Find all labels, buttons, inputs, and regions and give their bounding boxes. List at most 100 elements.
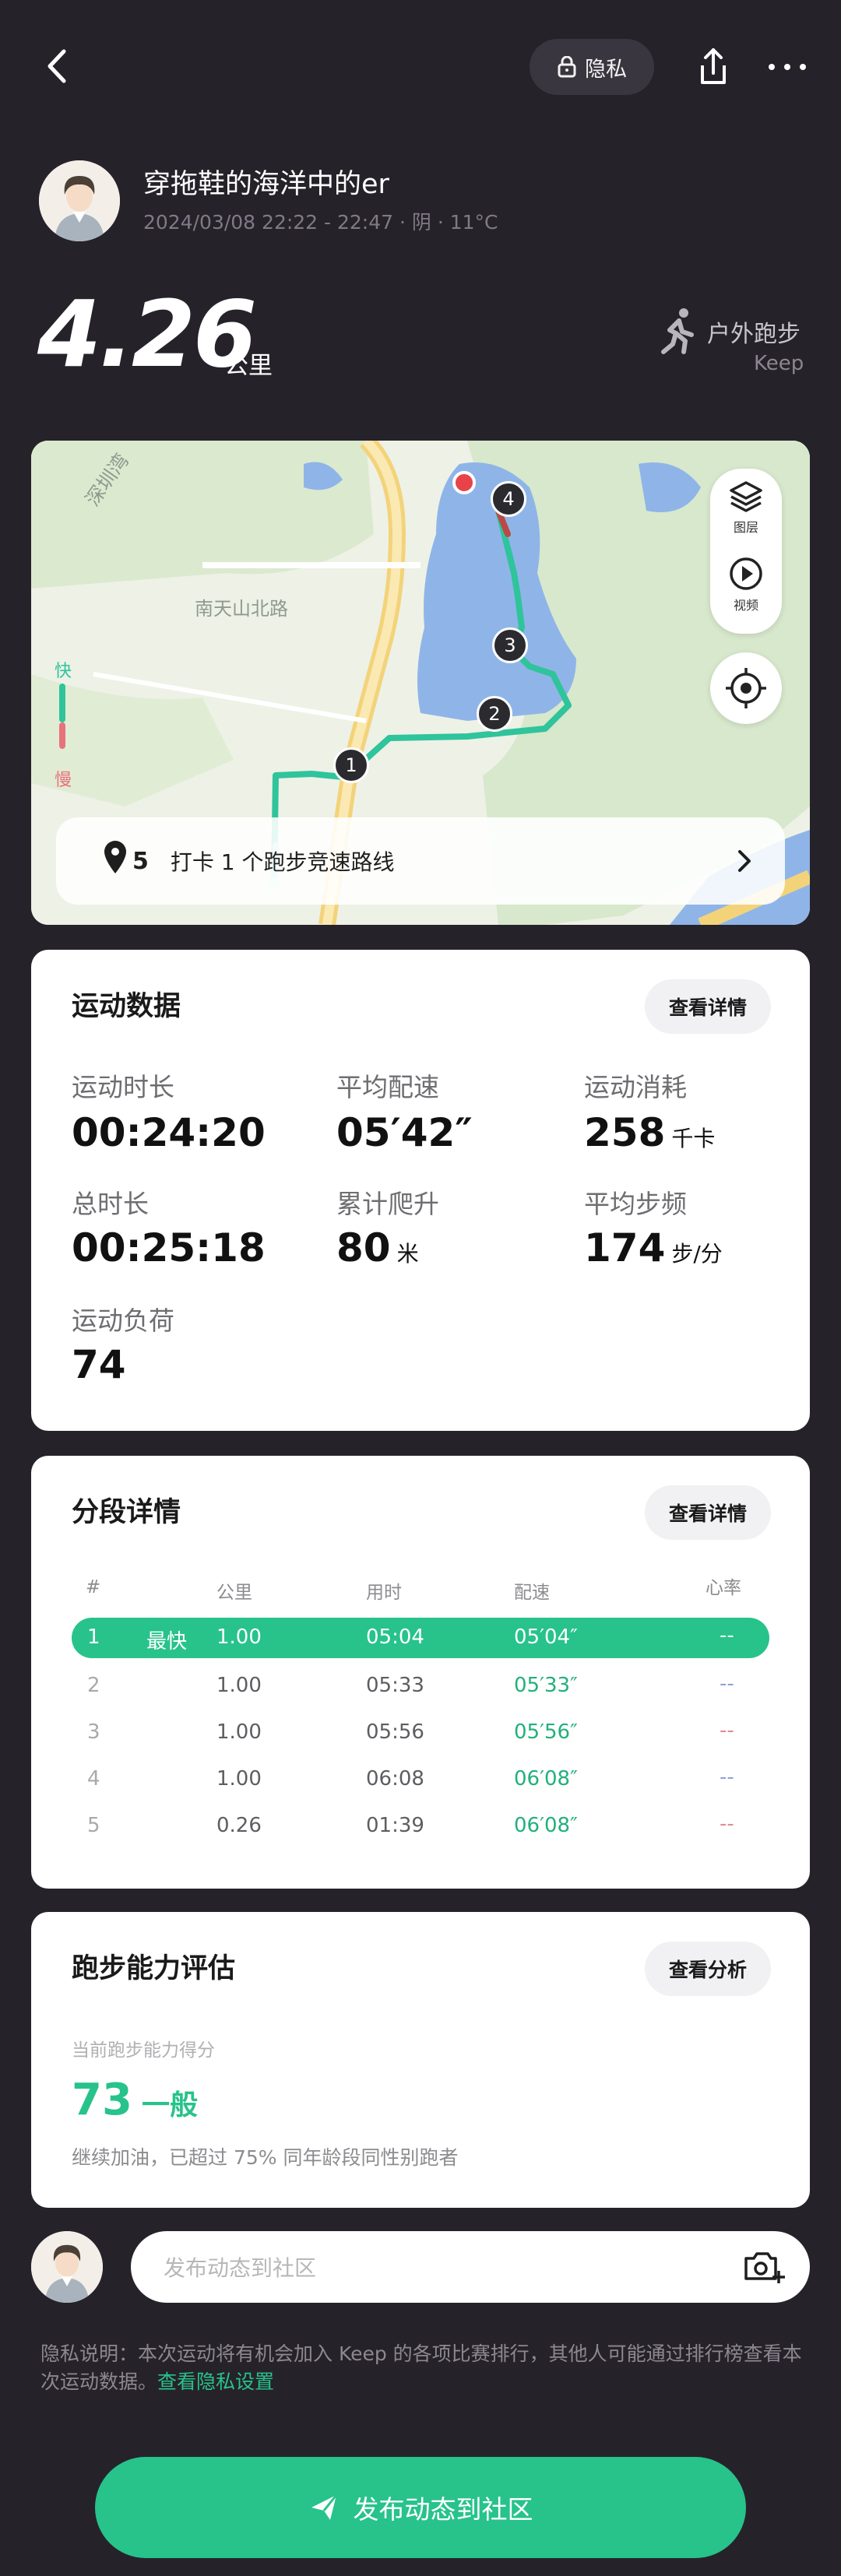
lock-icon [558, 56, 576, 78]
split-time: 06:08 [366, 1767, 424, 1791]
top-bar: 隐私 [0, 0, 841, 132]
split-number: 3 [87, 1720, 100, 1744]
column-header: 用时 [366, 1583, 402, 1603]
split-pace: 05′04″ [514, 1625, 578, 1649]
split-pace: 05′33″ [514, 1674, 578, 1697]
card-title: 分段详情 [72, 1497, 181, 1528]
share-button[interactable] [685, 39, 741, 95]
split-heart-rate: -- [720, 1624, 734, 1647]
split-heart-rate: -- [720, 1719, 734, 1742]
layers-label: 图层 [733, 520, 758, 535]
post-input[interactable]: 发布动态到社区 [131, 2231, 810, 2303]
privacy-button[interactable]: 隐私 [530, 39, 654, 95]
split-pace: 06′08″ [514, 1814, 578, 1837]
map-controls: 图层 视频 [710, 469, 782, 634]
running-ability-card: 跑步能力评估 查看分析 当前跑步能力得分 73 一般 继续加油，已超过 75% 同… [31, 1912, 810, 2208]
split-heart-rate: -- [720, 1812, 734, 1836]
split-time: 05:33 [366, 1674, 424, 1697]
sport-type: 户外跑步 [707, 321, 801, 348]
stat-label: 总时长 [72, 1189, 149, 1219]
card-title: 运动数据 [72, 991, 181, 1022]
legend-slow: 慢 [55, 771, 72, 790]
view-details-button[interactable]: 查看详情 [645, 979, 771, 1034]
split-heart-rate: -- [720, 1672, 734, 1696]
back-button[interactable] [31, 39, 86, 93]
card-title: 跑步能力评估 [72, 1953, 236, 1984]
table-row[interactable]: 1 最快 1.00 05:04 05′04″ -- [72, 1618, 769, 1658]
locate-button[interactable] [710, 652, 782, 724]
privacy-note: 隐私说明：本次运动将有机会加入 Keep 的各项比赛排行，其他人可能通过排行榜查… [40, 2340, 811, 2396]
column-header: 公里 [216, 1583, 252, 1603]
ability-score: 73 一般 [72, 2075, 198, 2125]
distance-unit: 公里 [224, 352, 273, 380]
route-marker[interactable]: 2 [477, 696, 512, 732]
route-marker[interactable]: 1 [333, 747, 369, 783]
splits-card: 分段详情 查看详情 # 公里 用时 配速 心率 1 最快 1.00 05:04 … [31, 1456, 810, 1889]
column-header: # [86, 1577, 101, 1597]
stat-value: 00:25:18 [72, 1225, 266, 1270]
stat-value: 258 千卡 [584, 1110, 716, 1155]
stat-label: 运动消耗 [584, 1072, 687, 1102]
layers-icon [730, 481, 762, 512]
route-marker[interactable]: 4 [491, 481, 526, 517]
username[interactable]: 穿拖鞋的海洋中的er [143, 162, 389, 202]
column-header: 配速 [514, 1583, 550, 1603]
score-label: 当前跑步能力得分 [72, 2040, 215, 2061]
privacy-settings-link[interactable]: 查看隐私设置 [157, 2370, 274, 2393]
camera-add-icon[interactable] [741, 2247, 786, 2286]
road-label: 南天山北路 [195, 598, 288, 620]
split-number: 2 [87, 1674, 100, 1697]
privacy-note-text: 隐私说明：本次运动将有机会加入 Keep 的各项比赛排行，其他人可能通过排行榜查… [40, 2342, 802, 2393]
workout-data-card: 运动数据 查看详情 运动时长 00:24:20 平均配速 05′42″ 运动消耗… [31, 950, 810, 1431]
table-row[interactable]: 2 1.00 05:33 05′33″ -- [72, 1666, 769, 1706]
view-analysis-button[interactable]: 查看分析 [645, 1942, 771, 1996]
runner-icon [661, 308, 694, 354]
video-label: 视频 [733, 598, 758, 613]
split-time: 01:39 [366, 1814, 424, 1837]
avatar-image [39, 160, 120, 241]
stat-value: 174 步/分 [584, 1225, 723, 1270]
split-time: 05:04 [366, 1625, 424, 1649]
workout-meta: 2024/03/08 22:22 - 22:47 · 阴 · 11°C [143, 211, 498, 234]
split-number: 4 [87, 1767, 100, 1791]
stat-label: 平均配速 [336, 1072, 439, 1102]
paper-plane-icon [311, 2494, 337, 2520]
split-heart-rate: -- [720, 1766, 734, 1789]
privacy-label: 隐私 [585, 57, 627, 82]
checkin-text: 打卡 1 个跑步竞速路线 [170, 849, 395, 875]
chevron-left-icon [48, 49, 66, 83]
more-button[interactable] [759, 39, 815, 95]
fastest-tag: 最快 [146, 1630, 188, 1653]
ability-description: 继续加油，已超过 75% 同年龄段同性别跑者 [72, 2146, 459, 2169]
split-number: 1 [87, 1625, 100, 1649]
split-pace: 05′56″ [514, 1720, 578, 1744]
play-circle-icon [730, 557, 762, 590]
table-row[interactable]: 3 1.00 05:56 05′56″ -- [72, 1713, 769, 1753]
legend-fast: 快 [55, 662, 72, 681]
layers-button[interactable]: 图层 [710, 476, 782, 551]
crosshair-icon [726, 668, 766, 708]
publish-button[interactable]: 发布动态到社区 [95, 2457, 746, 2558]
split-km: 0.26 [216, 1814, 262, 1837]
split-km: 1.00 [216, 1674, 262, 1697]
route-marker[interactable]: 3 [492, 627, 528, 663]
table-row[interactable]: 5 0.26 01:39 06′08″ -- [72, 1806, 769, 1847]
avatar[interactable] [31, 2231, 103, 2303]
publish-label: 发布动态到社区 [353, 2494, 533, 2525]
checkin-count: 5 [132, 847, 149, 875]
data-source: Keep [754, 352, 804, 375]
stat-value: 74 [72, 1342, 126, 1387]
share-icon [701, 48, 726, 84]
split-number: 5 [87, 1814, 100, 1837]
race-route-checkin[interactable]: 5 打卡 1 个跑步竞速路线 [56, 817, 785, 905]
post-input-placeholder: 发布动态到社区 [164, 2255, 317, 2281]
split-time: 05:56 [366, 1720, 424, 1744]
stat-label: 平均步频 [584, 1189, 687, 1219]
table-row[interactable]: 4 1.00 06:08 06′08″ -- [72, 1759, 769, 1800]
view-details-button[interactable]: 查看详情 [645, 1485, 771, 1540]
avatar[interactable] [39, 160, 120, 241]
video-button[interactable]: 视频 [710, 554, 782, 629]
more-icon [769, 64, 806, 70]
split-km: 1.00 [216, 1767, 262, 1791]
distance-value: 4.26 [37, 280, 257, 388]
